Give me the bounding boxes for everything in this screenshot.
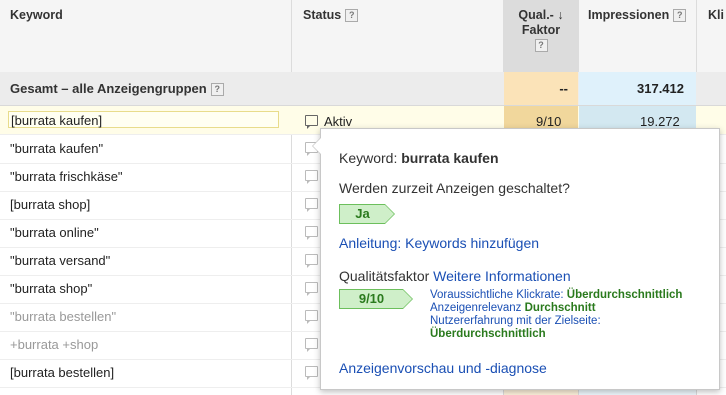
keyword-cell[interactable]: [burrata kaufen] (11, 113, 102, 128)
total-impressions-cell: 317.412 (579, 72, 696, 105)
ad-preview-diagnosis-link[interactable]: Anzeigenvorschau und -diagnose (339, 360, 547, 376)
header-clicks[interactable]: Kli (708, 8, 724, 80)
status-speech-icon[interactable] (305, 338, 318, 352)
status-speech-icon[interactable] (305, 254, 318, 268)
impressions-value: 19.272 (640, 114, 680, 129)
total-row: Gesamt – alle Anzeigengruppen? -- 317.41… (0, 72, 726, 106)
quality-details: Voraussichtliche Klickrate: Überdurchsch… (430, 289, 683, 340)
status-text: Aktiv (324, 114, 353, 129)
keyword-cell[interactable]: "burrata kaufen" (10, 141, 103, 156)
add-keywords-guide-link[interactable]: Anleitung: Keywords hinzufügen (339, 235, 539, 251)
more-info-link[interactable]: Weitere Informationen (433, 268, 570, 284)
status-speech-icon[interactable] (305, 366, 318, 380)
keyword-cell[interactable]: "burrata online" (10, 225, 99, 240)
keyword-cell[interactable]: "burrata bestellen" (10, 309, 116, 324)
popup-keyword-line: Keyword: burrata kaufen (339, 150, 499, 166)
help-icon[interactable]: ? (345, 9, 359, 23)
table-header: Keyword Status? Qual.- ↓ Faktor ? Impres… (0, 0, 726, 73)
header-keyword[interactable]: Keyword (10, 8, 63, 80)
help-icon[interactable]: ? (673, 9, 687, 23)
status-speech-icon[interactable] (305, 170, 318, 184)
status-speech-icon[interactable] (305, 310, 318, 324)
status-speech-icon[interactable] (305, 115, 318, 129)
qual-score: 9/10 (536, 114, 562, 129)
keyword-cell[interactable]: "burrata frischkäse" (10, 169, 123, 184)
help-icon[interactable]: ? (534, 39, 548, 53)
quality-score-heading: Qualitätsfaktor Weitere Informationen (339, 268, 571, 284)
status-speech-icon[interactable] (305, 226, 318, 240)
help-icon[interactable]: ? (210, 83, 224, 97)
keyword-status-popup: Keyword: burrata kaufen Werden zurzeit A… (312, 128, 720, 390)
popup-question: Werden zurzeit Anzeigen geschaltet? (339, 180, 570, 196)
ads-running-badge: Ja (339, 204, 395, 224)
header-qual[interactable]: Qual.- ↓ Faktor ? (508, 8, 574, 80)
total-qual-cell: -- (504, 72, 578, 105)
keyword-cell[interactable]: [burrata bestellen] (10, 365, 114, 380)
total-label: Gesamt – alle Anzeigengruppen? (10, 81, 224, 97)
keyword-cell[interactable]: "burrata versand" (10, 253, 110, 268)
keyword-cell[interactable]: +burrata +shop (10, 337, 98, 352)
header-status[interactable]: Status? (303, 8, 359, 80)
popup-pointer (312, 137, 321, 155)
status-speech-icon[interactable] (305, 282, 318, 296)
keyword-cell[interactable]: "burrata shop" (10, 281, 92, 296)
header-impressions[interactable]: Impressionen? (588, 8, 687, 80)
status-speech-icon[interactable] (305, 198, 318, 212)
quality-score-badge: 9/10 (339, 289, 413, 309)
sort-arrow-icon: ↓ (557, 8, 564, 22)
keyword-cell[interactable]: [burrata shop] (10, 197, 90, 212)
